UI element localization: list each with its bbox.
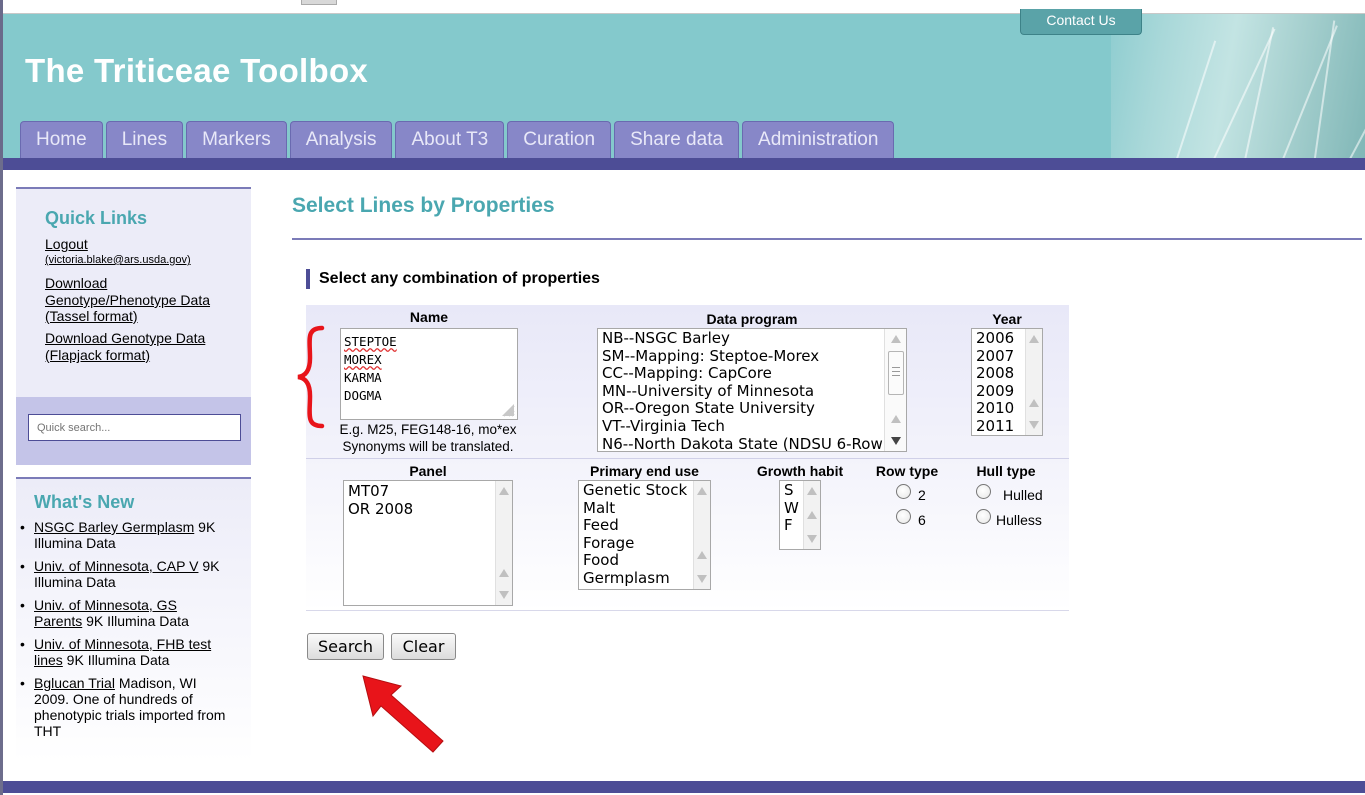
annotation-arrow-icon [362,675,444,753]
panel-select[interactable]: MT07 OR 2008 [343,480,513,606]
download-tassel-link-line2[interactable]: Genotype/Phenotype Data [45,292,210,308]
year-label: Year [992,311,1022,327]
download-tassel-link-line3[interactable]: (Tassel format) [45,308,138,324]
site-header: Contact Us The Triticeae Toolbox Home Li… [0,0,1365,158]
nav-tab-about[interactable]: About T3 [395,121,505,158]
nav-underline-bar [3,158,1365,170]
row-type-2-radio[interactable] [896,484,911,499]
browser-topline [3,0,1365,14]
news-item: • NSGC Barley Germplasm 9K Illumina Data [20,519,216,551]
news-item: • Univ. of Minnesota, FHB test lines 9K … [20,636,212,668]
primary-end-use-label: Primary end use [590,463,699,479]
news-link[interactable]: lines [34,652,63,668]
panel-scrollbar[interactable] [495,481,512,605]
list-item[interactable]: Genetic Stock [579,481,710,500]
nav-tab-administration[interactable]: Administration [742,121,895,158]
list-item[interactable]: N6--North Dakota State (NDSU 6-Row) [598,435,906,451]
list-item[interactable]: MN--University of Minnesota [598,382,906,401]
hulless-label: Hulless [996,512,1042,528]
hulled-label: Hulled [1003,487,1043,503]
quick-links-panel: Quick Links Logout (victoria.blake@ars.u… [16,187,251,397]
contact-us-button[interactable]: Contact Us [1020,9,1142,35]
news-item: • Univ. of Minnesota, GS Parents 9K Illu… [20,597,189,629]
list-item[interactable]: Feed [579,517,710,535]
primary-end-use-scrollbar[interactable] [693,481,710,589]
resize-handle-icon[interactable] [501,403,515,417]
scroll-thumb[interactable] [888,351,904,395]
user-email: (victoria.blake@ars.usda.gov) [45,254,191,266]
list-item[interactable]: Malt [579,499,710,518]
list-item[interactable]: OR 2008 [344,500,512,519]
name-hint-example: E.g. M25, FEG148-16, mo*ex [339,422,517,437]
topline-tick [301,0,337,5]
growth-habit-label: Growth habit [756,463,844,479]
list-item[interactable]: NB--NSGC Barley [598,329,906,348]
name-textarea[interactable]: STEPTOE MOREX KARMA DOGMA [340,328,518,420]
footer-bar [3,781,1365,793]
row-type-6-label: 6 [918,512,926,528]
whats-new-title: What's New [34,492,135,512]
quick-search-band [16,397,251,465]
news-link[interactable]: Bglucan Trial [34,675,115,691]
quick-links-title: Quick Links [45,208,148,228]
site-title[interactable]: The Triticeae Toolbox [25,52,368,90]
nav-tab-home[interactable]: Home [20,121,103,158]
row-type-6-radio[interactable] [896,509,911,524]
list-item[interactable]: VT--Virginia Tech [598,417,906,436]
list-item[interactable]: MT07 [344,481,512,501]
quick-search-input[interactable] [28,414,241,441]
section-heading: Select any combination of properties [306,269,600,289]
main-nav: Home Lines Markers Analysis About T3 Cur… [20,121,897,158]
whats-new-panel: What's New • NSGC Barley Germplasm 9K Il… [16,477,251,762]
nav-tab-markers[interactable]: Markers [186,121,287,158]
hulless-radio[interactable] [976,509,991,524]
panel-label: Panel [409,463,447,479]
title-divider [292,238,1362,240]
clear-button[interactable]: Clear [391,633,456,660]
form-bottom-divider [306,610,1069,611]
form-row-divider [306,458,1069,459]
row-type-2-label: 2 [918,487,926,503]
news-link[interactable]: Univ. of Minnesota, CAP V [34,558,198,574]
page-title: Select Lines by Properties [292,194,555,217]
name-label: Name [409,309,449,325]
name-hint-synonyms: Synonyms will be translated. [342,439,514,454]
year-select[interactable]: 2006 2007 2008 2009 2010 2011 [971,328,1043,436]
list-item[interactable]: Forage [579,534,710,553]
search-button[interactable]: Search [307,633,384,660]
nav-tab-share-data[interactable]: Share data [614,121,740,158]
list-item[interactable]: Food [579,552,710,570]
download-tassel-link-line1[interactable]: Download [45,275,107,291]
primary-end-use-select[interactable]: Genetic Stock Malt Feed Forage Food Germ… [578,480,711,590]
growth-habit-scrollbar[interactable] [803,481,820,549]
row-type-label: Row type [875,463,939,479]
logout-link[interactable]: Logout [45,236,88,252]
year-scrollbar[interactable] [1025,329,1042,435]
list-item[interactable]: OR--Oregon State University [598,400,906,418]
list-item[interactable]: SM--Mapping: Steptoe-Morex [598,347,906,366]
growth-habit-select[interactable]: S W F [779,480,821,550]
news-link[interactable]: Univ. of Minnesota, GS [34,597,177,613]
nav-tab-lines[interactable]: Lines [105,121,184,158]
news-item: • Bglucan Trial Madison, WI 2009. One of… [20,675,226,739]
wheat-banner-image [1111,14,1365,158]
list-item[interactable]: Germplasm [579,569,710,588]
nav-tab-curation[interactable]: Curation [507,121,612,158]
hull-type-label: Hull type [976,463,1036,479]
nav-tab-analysis[interactable]: Analysis [289,121,393,158]
data-program-scrollbar[interactable] [884,329,906,451]
news-link[interactable]: Parents [34,613,82,629]
news-link[interactable]: Univ. of Minnesota, FHB test [34,636,211,652]
list-item[interactable]: CC--Mapping: CapCore [598,365,906,383]
news-item: • Univ. of Minnesota, CAP V 9K Illumina … [20,558,220,590]
data-program-label: Data program [706,311,798,327]
news-link[interactable]: NSGC Barley Germplasm [34,519,194,535]
hulled-radio[interactable] [976,484,991,499]
download-flapjack-link-line1[interactable]: Download Genotype Data [45,330,205,346]
data-program-select[interactable]: NB--NSGC Barley SM--Mapping: Steptoe-Mor… [597,328,907,452]
annotation-brace-icon [297,325,325,429]
download-flapjack-link-line2[interactable]: (Flapjack format) [45,347,150,363]
